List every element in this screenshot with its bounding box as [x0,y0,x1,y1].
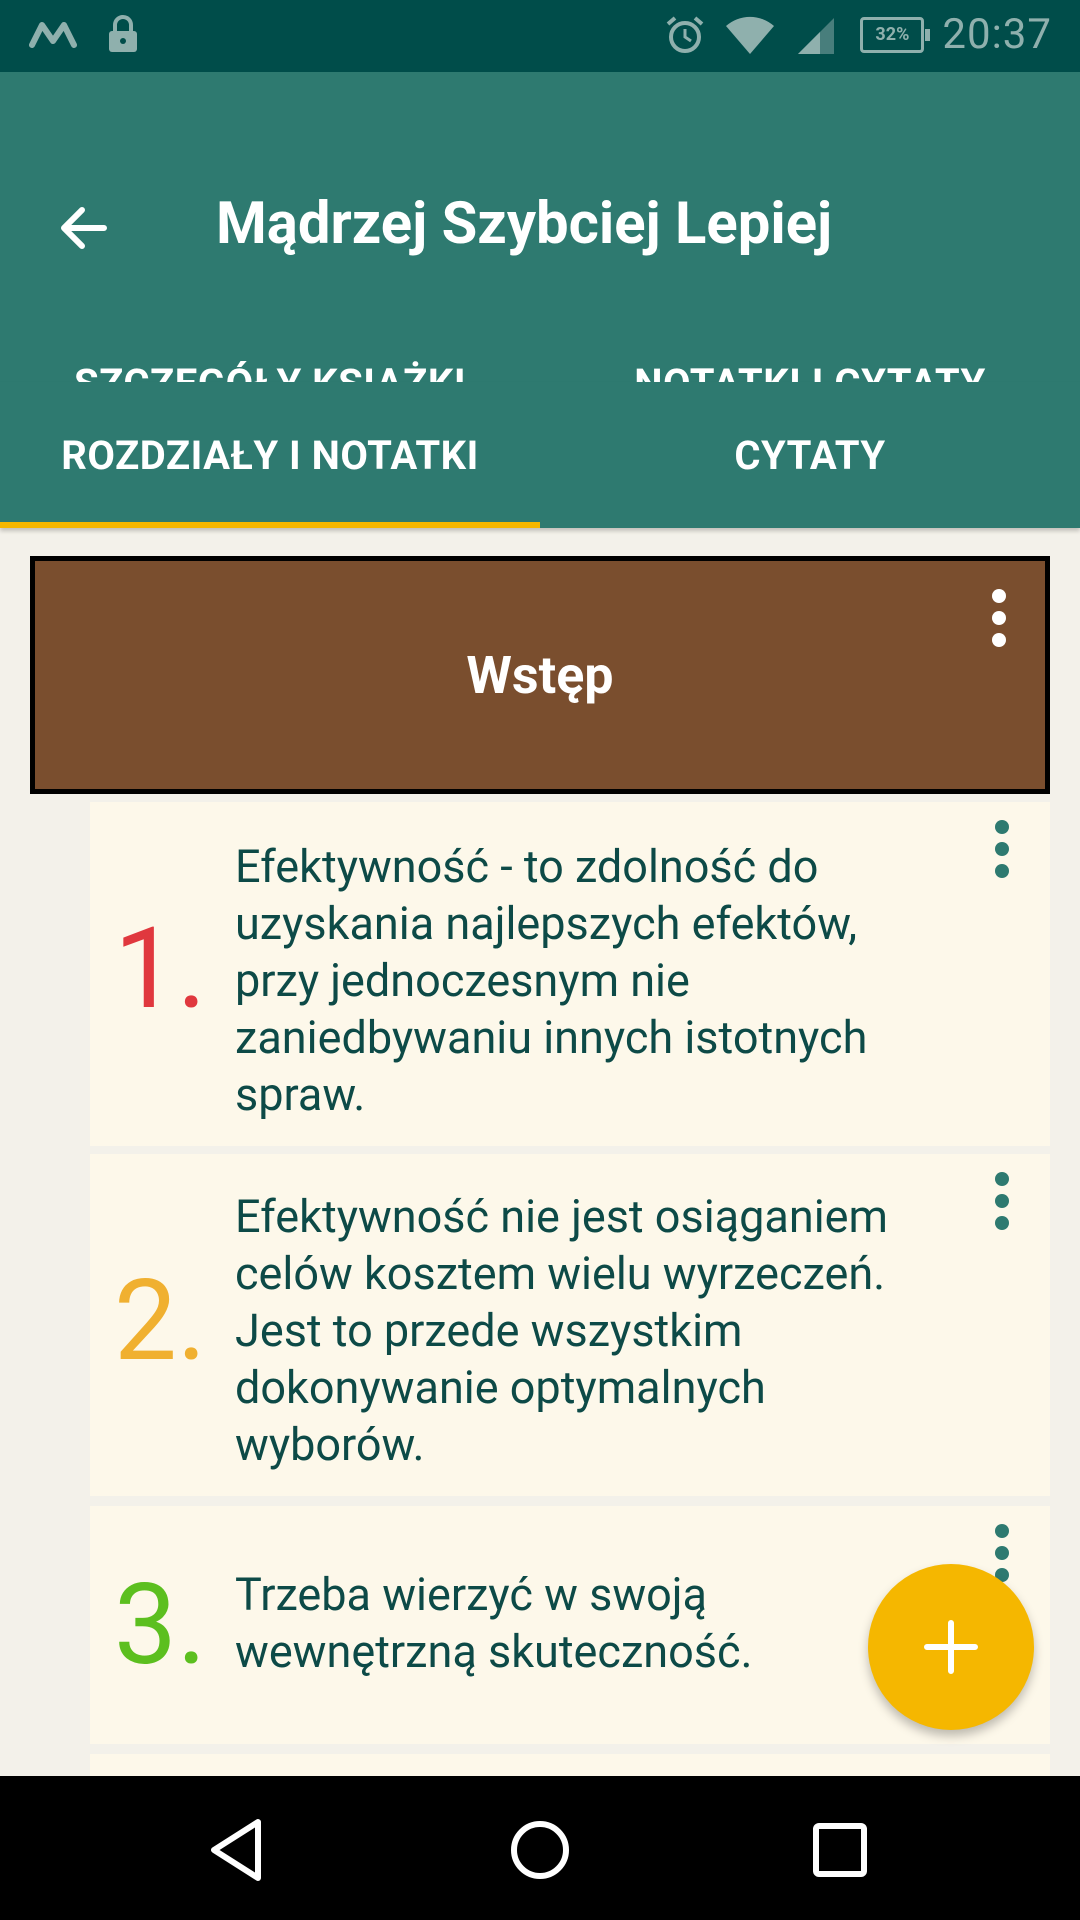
more-vert-icon[interactable] [989,589,1009,653]
plus-icon [924,1620,978,1674]
list-item[interactable]: 1. Efektywność - to zdolność do uzyskani… [90,802,1050,1146]
note-text: Efektywność - to zdolność do uzyskania n… [235,840,868,1121]
alarm-icon [667,15,704,53]
back-triangle-icon[interactable] [200,1810,280,1890]
tab-label: CYTATY [734,431,886,479]
clock: 20:37 [942,10,1052,59]
status-bar: 32% 20:37 [0,0,1080,72]
page-title: Mądrzej Szybciej Lepiej [216,190,833,258]
list-item[interactable]: 2. Efektywność nie jest osiąganiem celów… [90,1154,1050,1496]
secondary-tabs: ROZDZIAŁY I NOTATKI CYTATY [0,382,1080,528]
recents-square-icon[interactable] [800,1810,880,1890]
wifi-icon [726,16,775,54]
more-vert-icon[interactable] [992,1172,1012,1242]
battery-level: 32% [875,23,910,45]
signal-icon [798,17,835,54]
note-text: Efektywność nie jest osiąganiem celów ko… [235,1190,888,1471]
arrow-left-icon[interactable] [54,198,114,258]
tab-chapters-and-notes[interactable]: ROZDZIAŁY I NOTATKI [0,382,540,528]
note-text: Trzeba wierzyć w swoją wewnętrzną skutec… [235,1568,753,1678]
note-number: 3. [114,1560,207,1691]
chapter-title: Wstęp [466,644,614,706]
list-item[interactable] [90,1754,1050,1776]
navigation-bar [0,1776,1080,1920]
m-notification-icon [29,22,77,48]
note-number: 2. [114,1256,207,1387]
home-circle-icon[interactable] [500,1810,580,1890]
lock-icon [109,15,137,52]
more-vert-icon[interactable] [992,820,1012,890]
chapter-header[interactable]: Wstęp [30,556,1050,794]
battery-icon: 32% [860,16,931,53]
tab-label: ROZDZIAŁY I NOTATKI [61,431,479,479]
add-button[interactable] [868,1564,1034,1730]
tab-quotes[interactable]: CYTATY [540,382,1080,528]
note-number: 1. [114,904,207,1035]
app-bar: Mądrzej Szybciej Lepiej SZCZEGÓŁY KSIĄŻK… [0,72,1080,454]
